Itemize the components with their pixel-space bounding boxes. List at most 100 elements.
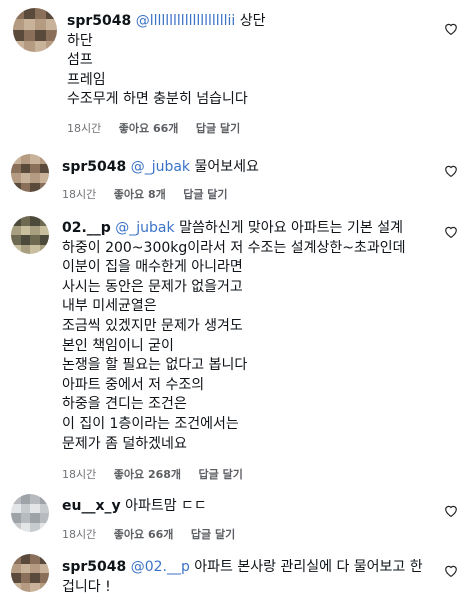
avatar-pixel (30, 182, 40, 192)
comment-text: 문제가 좀 덜하겠네요 (62, 435, 187, 452)
heart-icon[interactable] (444, 504, 458, 517)
avatar-pixel (11, 244, 21, 254)
comment-text: 내부 미세균열은 (62, 298, 157, 315)
heart-icon[interactable] (444, 164, 458, 177)
comment-text: 아파트맘 ㄷㄷ (125, 498, 207, 514)
reply-button[interactable]: 답글 달기 (191, 526, 235, 542)
comment: spr5048 @llllllllllllllllllllii 상단 하단 섬프… (0, 0, 472, 148)
reply-button[interactable]: 답글 달기 (196, 120, 240, 136)
mention-link[interactable]: @llllllllllllllllllllii (136, 13, 236, 29)
comment-first-line: spr5048 @_jubak 물어보세요 (62, 158, 440, 178)
avatar-pixel (39, 182, 49, 192)
comment-text: 프레임 (67, 71, 106, 88)
avatar-pixel (30, 522, 40, 532)
comment: eu__x_y 아파트맘 ㄷㄷ 18시간 좋아요 66개 답글 달기 (0, 486, 472, 548)
avatar-pixel (11, 235, 21, 245)
avatar-pixel (20, 225, 31, 236)
comment-text: 이분이 집을 매수한게 아니라면 (62, 259, 243, 276)
comment-meta: 18시간 좋아요 66개 답글 달기 (62, 526, 440, 542)
avatar-pixel (11, 173, 21, 183)
username[interactable]: eu__x_y (62, 498, 121, 514)
comment-text: 하중을 견디는 조건은 (62, 396, 187, 413)
avatar[interactable] (11, 154, 49, 192)
avatar-pixel (30, 163, 40, 174)
avatar-pixel (30, 216, 40, 226)
avatar-pixel (11, 582, 21, 592)
avatar-pixel (11, 163, 21, 174)
avatar-pixel (11, 154, 21, 164)
avatar-pixel (11, 563, 21, 574)
reply-button[interactable]: 답글 달기 (183, 186, 227, 202)
avatar-pixel (24, 41, 35, 52)
avatar-pixel (30, 503, 40, 514)
heart-icon[interactable] (444, 22, 458, 35)
avatar-pixel (20, 503, 31, 514)
avatar-pixel (30, 582, 40, 592)
comment-first-line: eu__x_y 아파트맘 ㄷㄷ (62, 497, 440, 517)
likes-count[interactable]: 좋아요 8개 (114, 186, 166, 202)
avatar-pixel (30, 154, 40, 164)
avatar[interactable] (11, 494, 49, 532)
likes-count[interactable]: 좋아요 66개 (114, 526, 174, 542)
comment-text: 이 집이 1층이라는 조건에서는 (62, 415, 239, 432)
avatar-pixel (39, 563, 49, 574)
mention-link[interactable]: @02.__p (131, 559, 190, 575)
avatar-pixel (20, 173, 31, 183)
avatar-pixel (30, 244, 40, 254)
avatar-pixel (20, 582, 31, 592)
avatar-pixel (30, 225, 40, 236)
comment-text: 아파트 본사랑 관리실에 다 물어보고 한 (194, 559, 423, 575)
username[interactable]: 02.__p (62, 220, 111, 236)
avatar-pixel (30, 513, 40, 523)
mention-link[interactable]: @_jubak (131, 159, 190, 175)
avatar[interactable] (13, 8, 57, 52)
comment-text: 아파트 중에서 저 수조의 (62, 376, 205, 393)
avatar-pixel (20, 513, 31, 523)
avatar-pixel (30, 173, 40, 183)
avatar-pixel (20, 182, 31, 192)
comment-text: 하단 (67, 32, 93, 49)
avatar-pixel (39, 573, 49, 583)
comment-first-line: spr5048 @02.__p 아파트 본사랑 관리실에 다 물어보고 한 (62, 558, 440, 578)
avatar-pixel (11, 573, 21, 583)
avatar-pixel (20, 573, 31, 583)
avatar[interactable] (11, 554, 49, 592)
comment-meta: 18시간 좋아요 268개 답글 달기 (62, 466, 440, 482)
avatar-pixel (20, 163, 31, 174)
comment-first-line: spr5048 @llllllllllllllllllllii 상단 (67, 12, 440, 32)
timestamp: 18시간 (62, 187, 97, 201)
avatar-pixel (39, 244, 49, 254)
avatar-pixel (11, 225, 21, 236)
likes-count[interactable]: 좋아요 66개 (119, 120, 179, 136)
avatar-pixel (35, 8, 46, 19)
comment-text: 수조무게 하면 충분히 넘습니다 (67, 91, 248, 108)
avatar-pixel (39, 554, 49, 564)
username[interactable]: spr5048 (62, 159, 126, 175)
heart-icon[interactable] (444, 564, 458, 577)
likes-count[interactable]: 좋아요 268개 (114, 466, 181, 482)
avatar[interactable] (11, 216, 49, 254)
avatar-pixel (20, 216, 31, 226)
avatar-pixel (39, 522, 49, 532)
avatar-pixel (39, 582, 49, 592)
avatar-pixel (20, 494, 31, 504)
avatar-pixel (20, 563, 31, 574)
avatar-pixel (11, 216, 21, 226)
comment-text: 논쟁을 할 필요는 없다고 봅니다 (62, 357, 248, 374)
comment: spr5048 @_jubak 물어보세요 18시간 좋아요 8개 답글 달기 (0, 148, 472, 210)
comment-text: 겁니다 ! (62, 578, 111, 595)
heart-icon[interactable] (444, 225, 458, 238)
mention-link[interactable]: @_jubak (115, 220, 174, 236)
username[interactable]: spr5048 (67, 13, 131, 29)
username[interactable]: spr5048 (62, 559, 126, 575)
avatar-pixel (11, 522, 21, 532)
avatar-pixel (30, 573, 40, 583)
avatar-pixel (46, 41, 57, 52)
avatar-pixel (39, 225, 49, 236)
avatar-pixel (13, 8, 24, 19)
comment: spr5048 @02.__p 아파트 본사랑 관리실에 다 물어보고 한 겁니… (0, 548, 472, 602)
comment-text: 상단 (239, 13, 266, 29)
avatar-pixel (11, 554, 21, 564)
avatar-pixel (30, 554, 40, 564)
reply-button[interactable]: 답글 달기 (199, 466, 243, 482)
